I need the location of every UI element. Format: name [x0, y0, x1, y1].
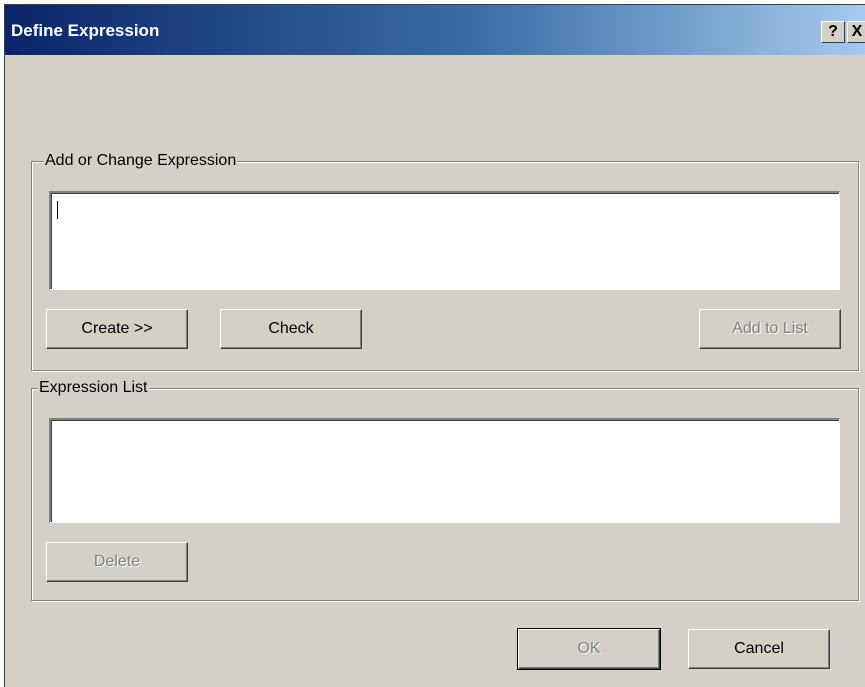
text-caret [57, 201, 58, 219]
close-button[interactable]: X [847, 21, 865, 43]
add-change-expression-group: Add or Change Expression Create >> Check… [31, 151, 859, 371]
create-button[interactable]: Create >> [46, 309, 188, 349]
add-change-expression-label: Add or Change Expression [44, 151, 238, 171]
expression-list-group: Expression List Delete [31, 378, 859, 601]
title-bar[interactable]: Define Expression ? X [5, 5, 865, 55]
expression-input[interactable] [49, 191, 840, 290]
expression-list-label: Expression List [38, 378, 149, 398]
add-to-list-button[interactable]: Add to List [699, 309, 841, 349]
help-button[interactable]: ? [821, 21, 845, 43]
window-title: Define Expression [11, 21, 160, 40]
ok-button[interactable]: OK [517, 628, 661, 670]
delete-button[interactable]: Delete [46, 542, 188, 582]
cancel-button[interactable]: Cancel [688, 629, 830, 669]
define-expression-dialog: Define Expression ? X Add or Change Expr… [4, 4, 865, 687]
check-button[interactable]: Check [220, 309, 362, 349]
expression-list-box[interactable] [49, 418, 840, 523]
